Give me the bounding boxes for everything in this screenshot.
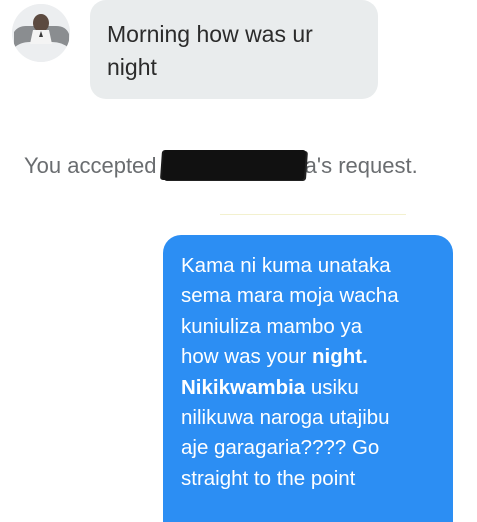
incoming-message-line: Morning how was ur	[107, 21, 313, 47]
outgoing-message-line: straight to the point	[181, 466, 356, 490]
incoming-message-line: night	[107, 54, 157, 80]
outgoing-message-line: kuniuliza mambo ya	[181, 314, 363, 338]
bold-message-text: night.	[312, 345, 368, 369]
message-text: usiku	[305, 375, 359, 399]
outgoing-message-line: aje garagaria???? Go	[181, 436, 380, 460]
redacted-name-block	[161, 150, 306, 180]
outgoing-message-line: nilikuwa naroga utajibu	[181, 406, 390, 430]
notice-suffix: a's request.	[304, 153, 418, 178]
incoming-message-bubble[interactable]: Morning how was ur night	[90, 0, 378, 99]
notice-prefix: You accepted	[24, 153, 157, 178]
outgoing-message-line: Nikikwambia usiku	[181, 373, 441, 403]
bold-message-text: Nikikwambia	[181, 375, 306, 399]
request-accepted-notice: You accepted a's request.	[24, 150, 418, 180]
outgoing-message-bubble[interactable]: Kama ni kuma unataka sema mara moja wach…	[163, 235, 453, 522]
outgoing-message-line: Kama ni kuma unataka	[181, 254, 391, 277]
sender-avatar[interactable]	[12, 4, 70, 62]
outgoing-message-line: how was your night.	[181, 342, 441, 372]
message-text: how was your	[181, 345, 313, 369]
outgoing-message-line: sema mara moja wacha	[181, 284, 399, 308]
divider	[220, 214, 406, 215]
profile-photo-icon	[12, 4, 70, 62]
